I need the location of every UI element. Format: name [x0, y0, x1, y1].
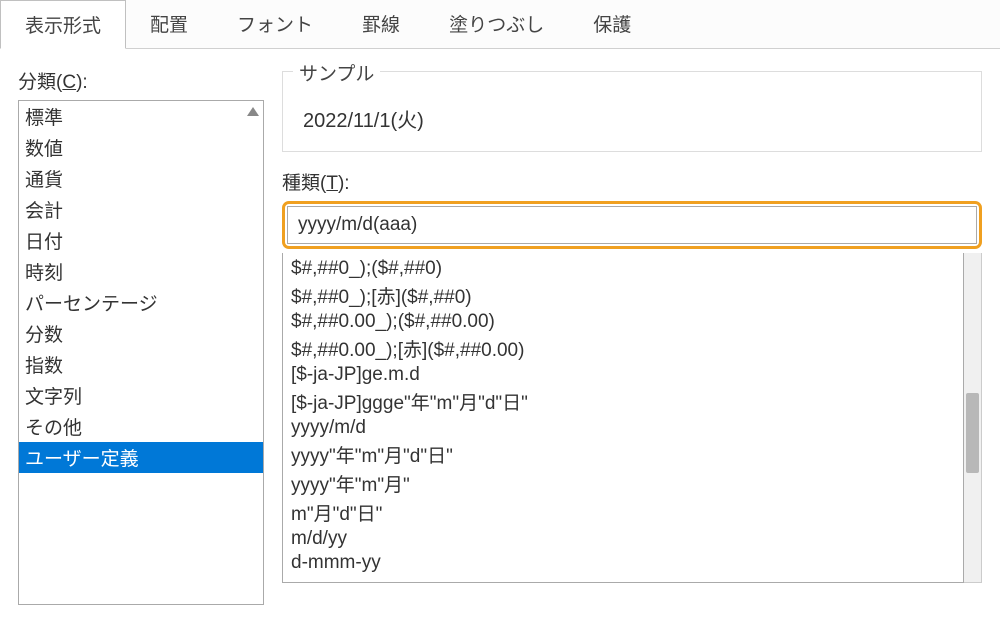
category-item-text[interactable]: 文字列	[19, 380, 263, 411]
tab-font[interactable]: フォント	[213, 0, 338, 48]
format-item[interactable]: m"月"d"日"	[291, 498, 955, 527]
format-item[interactable]: m/d/yy	[291, 527, 955, 551]
category-item-currency[interactable]: 通貨	[19, 163, 263, 194]
scroll-up-icon	[247, 107, 259, 116]
tab-protection[interactable]: 保護	[569, 0, 656, 48]
category-item-special[interactable]: その他	[19, 411, 263, 442]
format-scrollbar[interactable]	[964, 253, 982, 583]
category-label-suffix: ):	[76, 72, 88, 93]
scrollbar-thumb[interactable]	[966, 393, 979, 473]
tab-border[interactable]: 罫線	[338, 0, 425, 48]
format-item[interactable]: $#,##0_);[赤]($#,##0)	[291, 281, 955, 310]
type-label-key: T	[326, 173, 338, 194]
tab-fill[interactable]: 塗りつぶし	[425, 0, 569, 48]
category-item-fraction[interactable]: 分数	[19, 318, 263, 349]
tab-alignment[interactable]: 配置	[126, 0, 213, 48]
tab-number-format[interactable]: 表示形式	[0, 0, 126, 49]
category-label-prefix: 分類(	[18, 72, 62, 93]
format-item[interactable]: [$-ja-JP]ggge"年"m"月"d"日"	[291, 387, 955, 416]
category-item-date[interactable]: 日付	[19, 225, 263, 256]
category-item-standard[interactable]: 標準	[19, 101, 263, 132]
format-item[interactable]: $#,##0.00_);[赤]($#,##0.00)	[291, 334, 955, 363]
category-item-scientific[interactable]: 指数	[19, 349, 263, 380]
category-item-number[interactable]: 数値	[19, 132, 263, 163]
format-list-wrap: $#,##0_);($#,##0) $#,##0_);[赤]($#,##0) $…	[282, 253, 982, 583]
type-label: 種類(T):	[282, 168, 982, 195]
format-item[interactable]: d-mmm-yy	[291, 551, 955, 575]
type-input-highlight	[282, 201, 982, 249]
dialog-content: 分類(C): 標準 数値 通貨 会計 日付 時刻 パーセンテージ 分数 指数 文…	[0, 49, 1000, 605]
category-column: 分類(C): 標準 数値 通貨 会計 日付 時刻 パーセンテージ 分数 指数 文…	[18, 67, 264, 605]
sample-value: 2022/11/1(火)	[283, 72, 981, 151]
tab-bar: 表示形式 配置 フォント 罫線 塗りつぶし 保護	[0, 0, 1000, 49]
type-input[interactable]	[287, 206, 977, 244]
details-column: サンプル 2022/11/1(火) 種類(T): $#,##0_);($#,##…	[282, 67, 982, 605]
category-item-percentage[interactable]: パーセンテージ	[19, 287, 263, 318]
category-label-key: C	[62, 72, 76, 93]
sample-box: サンプル 2022/11/1(火)	[282, 71, 982, 152]
format-item[interactable]: yyyy"年"m"月"	[291, 469, 955, 498]
category-list[interactable]: 標準 数値 通貨 会計 日付 時刻 パーセンテージ 分数 指数 文字列 その他 …	[18, 100, 264, 605]
category-item-accounting[interactable]: 会計	[19, 194, 263, 225]
format-item[interactable]: yyyy/m/d	[291, 416, 955, 440]
format-item[interactable]: $#,##0_);($#,##0)	[291, 257, 955, 281]
sample-legend: サンプル	[293, 59, 380, 86]
category-label: 分類(C):	[18, 67, 264, 94]
format-item[interactable]: [$-ja-JP]ge.m.d	[291, 363, 955, 387]
type-label-suffix: ):	[338, 173, 350, 194]
category-item-custom[interactable]: ユーザー定義	[19, 442, 263, 473]
format-list[interactable]: $#,##0_);($#,##0) $#,##0_);[赤]($#,##0) $…	[282, 253, 964, 583]
format-item[interactable]: $#,##0.00_);($#,##0.00)	[291, 310, 955, 334]
category-item-time[interactable]: 時刻	[19, 256, 263, 287]
format-item[interactable]: yyyy"年"m"月"d"日"	[291, 440, 955, 469]
type-label-prefix: 種類(	[282, 173, 326, 194]
